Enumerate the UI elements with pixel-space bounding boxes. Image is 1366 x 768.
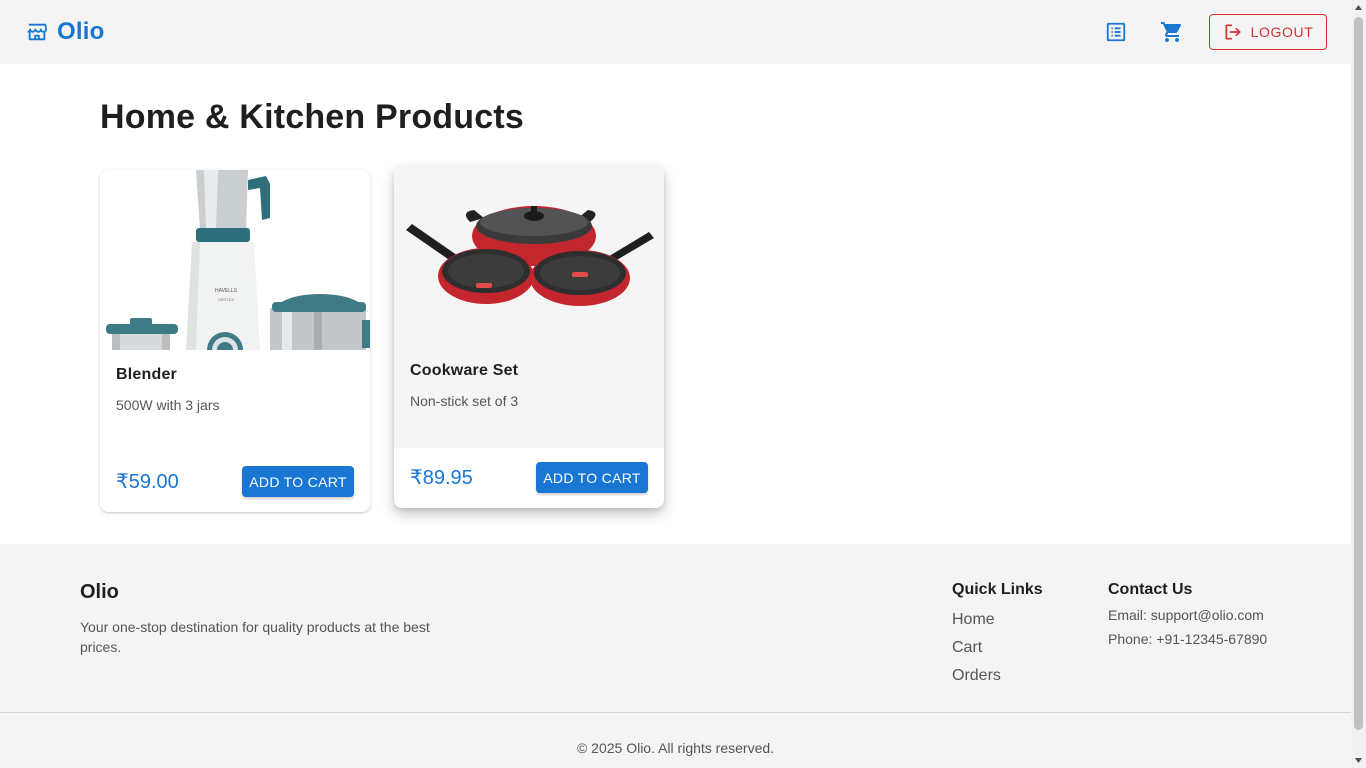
logout-button[interactable]: LOGOUT	[1209, 14, 1327, 50]
card-actions: ₹89.95 ADD TO CART	[394, 448, 664, 508]
page-title: Home & Kitchen Products	[100, 98, 524, 136]
product-price: ₹59.00	[116, 471, 179, 494]
main-content: Home & Kitchen Products HAVELLS VERTEX B…	[0, 64, 1351, 544]
product-description: 500W with 3 jars	[116, 396, 220, 413]
product-grid: HAVELLS VERTEX Blender 500W with 3 jars …	[100, 165, 1251, 512]
scrollbar-thumb[interactable]	[1354, 17, 1363, 730]
card-content: Cookware Set Non-stick set of 3	[394, 165, 664, 448]
product-name: Blender	[116, 365, 177, 383]
footer-columns: Olio Your one-stop destination for quali…	[0, 544, 1351, 713]
card-body: Blender 500W with 3 jars	[100, 350, 370, 413]
svg-text:HAVELLS: HAVELLS	[215, 288, 238, 294]
list-alt-icon	[1105, 21, 1127, 43]
storefront-icon	[26, 21, 48, 43]
contact-phone: Phone: +91-12345-67890	[1108, 631, 1268, 647]
scroll-down-arrow-icon[interactable]	[1351, 753, 1366, 768]
footer-link-home[interactable]: Home	[952, 610, 1043, 630]
vertical-scrollbar[interactable]	[1351, 0, 1366, 768]
site-footer: Olio Your one-stop destination for quali…	[0, 544, 1351, 768]
page: Olio LOGOUT Home & Kitchen Products HAVE…	[0, 0, 1351, 768]
brand-name: Olio	[57, 18, 105, 45]
contact-email: Email: support@olio.com	[1108, 607, 1264, 623]
product-price: ₹89.95	[410, 467, 473, 490]
product-description: Non-stick set of 3	[410, 392, 519, 409]
product-image-blender: HAVELLS VERTEX	[100, 169, 370, 350]
footer-link-orders[interactable]: Orders	[952, 666, 1043, 686]
shopping-cart-icon	[1160, 20, 1184, 44]
add-to-cart-button[interactable]: ADD TO CART	[242, 466, 354, 498]
footer-brand-name: Olio	[80, 581, 119, 603]
quick-links-heading: Quick Links	[952, 581, 1043, 598]
card-content: HAVELLS VERTEX Blender 500W with 3 jars	[100, 169, 370, 452]
app-header: Olio LOGOUT	[0, 0, 1351, 64]
footer-contact: Contact Us Email: support@olio.com Phone…	[1108, 581, 1267, 647]
card-body: Cookware Set Non-stick set of 3	[394, 346, 664, 409]
footer-tagline: Your one-stop destination for quality pr…	[80, 619, 430, 655]
product-card-blender[interactable]: HAVELLS VERTEX Blender 500W with 3 jars …	[100, 169, 370, 512]
logout-icon	[1223, 22, 1243, 42]
footer-link-cart[interactable]: Cart	[952, 638, 1043, 658]
card-actions: ₹59.00 ADD TO CART	[100, 452, 370, 512]
cart-button[interactable]	[1152, 12, 1192, 52]
scroll-up-arrow-icon[interactable]	[1351, 0, 1366, 15]
contact-heading: Contact Us	[1108, 581, 1193, 598]
footer-brand: Olio Your one-stop destination for quali…	[80, 581, 460, 657]
brand-logo[interactable]: Olio	[26, 18, 104, 46]
product-name: Cookware Set	[410, 361, 519, 379]
orders-button[interactable]	[1096, 12, 1136, 52]
add-to-cart-button[interactable]: ADD TO CART	[536, 462, 648, 494]
product-card-cookware[interactable]: Cookware Set Non-stick set of 3 ₹89.95 A…	[394, 165, 664, 508]
product-image-cookware	[394, 165, 664, 346]
footer-quick-links: Quick Links Home Cart Orders	[952, 581, 1043, 686]
logout-label: LOGOUT	[1250, 24, 1314, 40]
svg-text:VERTEX: VERTEX	[218, 297, 234, 302]
header-actions: LOGOUT	[1096, 12, 1327, 52]
copyright-text: © 2025 Olio. All rights reserved.	[576, 740, 775, 756]
